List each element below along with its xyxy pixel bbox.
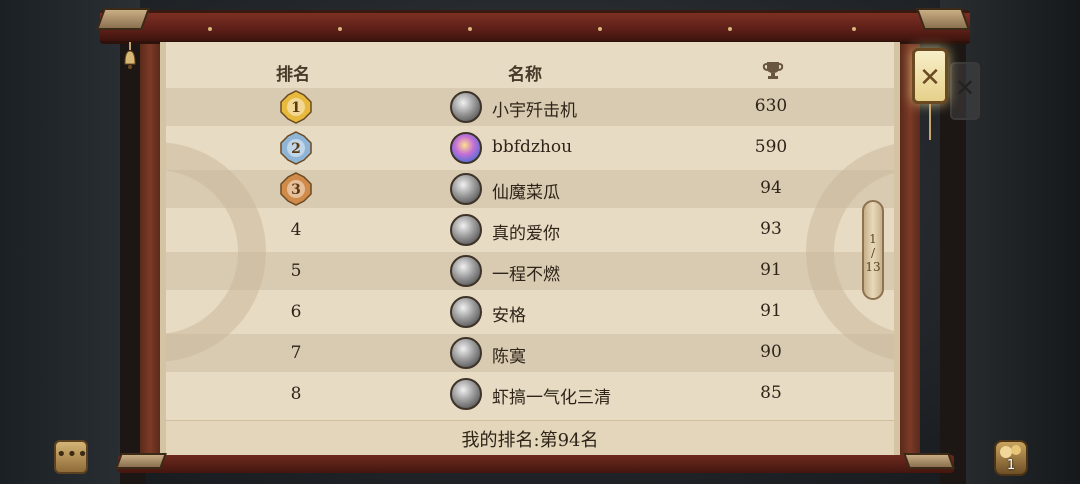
scroll-bottom-bar <box>118 455 954 473</box>
player-name: 小宇歼击机 <box>492 101 577 121</box>
leaderboard-row[interactable]: 3 仙魔菜瓜 94 <box>166 170 894 208</box>
leaderboard-row[interactable]: 7 陈寞 90 <box>166 334 894 372</box>
background-lantern-glyph: ✕ <box>954 74 976 102</box>
rank-number: 2 <box>291 141 301 157</box>
player-score: 90 <box>760 342 782 362</box>
trophy-icon <box>762 62 784 79</box>
player-name: 陈寞 <box>492 347 526 367</box>
rank-number: 8 <box>290 384 302 404</box>
scroll-top-bar <box>100 10 970 44</box>
player-avatar[interactable] <box>450 337 482 369</box>
chat-icon: ••• <box>56 444 88 465</box>
bell-icon <box>124 42 136 69</box>
rank-medal-icon: 1 <box>280 90 312 124</box>
player-name: 一程不燃 <box>492 265 560 285</box>
scroll-rivet <box>728 27 732 31</box>
rank-number: 7 <box>290 343 302 363</box>
my-rank-bar: 我的排名:第94名 <box>166 420 894 460</box>
background-left <box>0 0 146 484</box>
close-button[interactable]: ✕ <box>912 48 948 104</box>
rank-number: 6 <box>290 302 302 322</box>
player-score: 590 <box>754 137 788 157</box>
rank-number: 3 <box>291 182 301 198</box>
player-score: 91 <box>760 301 782 321</box>
player-name: 安格 <box>492 306 526 326</box>
player-name: 真的爱你 <box>492 224 560 244</box>
my-rank-text: 我的排名:第94名 <box>461 430 599 451</box>
scroll-rivet <box>852 27 856 31</box>
player-avatar[interactable] <box>450 214 482 246</box>
page-indicator[interactable]: 1 / 13 <box>862 200 884 300</box>
leaderboard-row[interactable]: 5 一程不燃 91 <box>166 252 894 290</box>
scroll-cap-bottom-right <box>903 453 955 469</box>
rank-medal-icon: 3 <box>280 172 312 206</box>
scroll-rivet <box>598 27 602 31</box>
player-avatar[interactable] <box>450 296 482 328</box>
leaderboard-row[interactable]: 6 安格 91 <box>166 293 894 331</box>
leaderboard-row[interactable]: 2 bbfdzhou 590 <box>166 129 894 167</box>
table-header: 排名 名称 <box>166 56 894 86</box>
scroll-cap-left <box>95 8 151 30</box>
player-name: bbfdzhou <box>492 137 573 157</box>
player-avatar[interactable] <box>450 91 482 123</box>
player-avatar[interactable] <box>450 132 482 164</box>
player-avatar[interactable] <box>450 255 482 287</box>
player-avatar[interactable] <box>450 173 482 205</box>
background-lantern: ✕ <box>950 62 980 120</box>
player-score: 93 <box>760 219 782 239</box>
page-current: 1 <box>869 232 877 246</box>
page-separator: / <box>870 246 876 260</box>
chat-button[interactable]: ••• <box>54 440 88 474</box>
scroll-rivet <box>338 27 342 31</box>
scroll-cap-bottom-left <box>115 453 167 469</box>
rank-number: 4 <box>290 220 302 240</box>
scroll-rivet <box>468 27 472 31</box>
column-name-label: 名称 <box>508 65 542 85</box>
scroll-rivet <box>208 27 212 31</box>
lantern-tassel <box>929 104 931 140</box>
player-name: 仙魔菜瓜 <box>492 183 560 203</box>
leaderboard-panel: 排名 名称 1 小宇歼击机 630 2 bbfdzhou 590 3 仙魔菜瓜 94 4 真的爱你 9… <box>160 42 900 460</box>
player-score: 94 <box>760 178 782 198</box>
column-rank-label: 排名 <box>276 65 310 85</box>
close-icon: ✕ <box>919 63 941 93</box>
player-score: 91 <box>760 260 782 280</box>
leaderboard-row[interactable]: 8 虾搞一气化三清 85 <box>166 375 894 413</box>
scroll-cap-right <box>915 8 971 30</box>
bag-count-badge: 1 <box>1006 458 1016 473</box>
scroll-roller-left <box>140 40 160 460</box>
player-name: 虾搞一气化三清 <box>492 388 611 408</box>
leaderboard-row[interactable]: 4 真的爱你 93 <box>166 211 894 249</box>
page-total: 13 <box>865 260 881 274</box>
rank-number: 5 <box>290 261 302 281</box>
player-score: 630 <box>754 96 788 116</box>
player-score: 85 <box>760 383 782 403</box>
leaderboard-row[interactable]: 1 小宇歼击机 630 <box>166 88 894 126</box>
player-avatar[interactable] <box>450 378 482 410</box>
rank-medal-icon: 2 <box>280 131 312 165</box>
rank-number: 1 <box>291 100 301 116</box>
